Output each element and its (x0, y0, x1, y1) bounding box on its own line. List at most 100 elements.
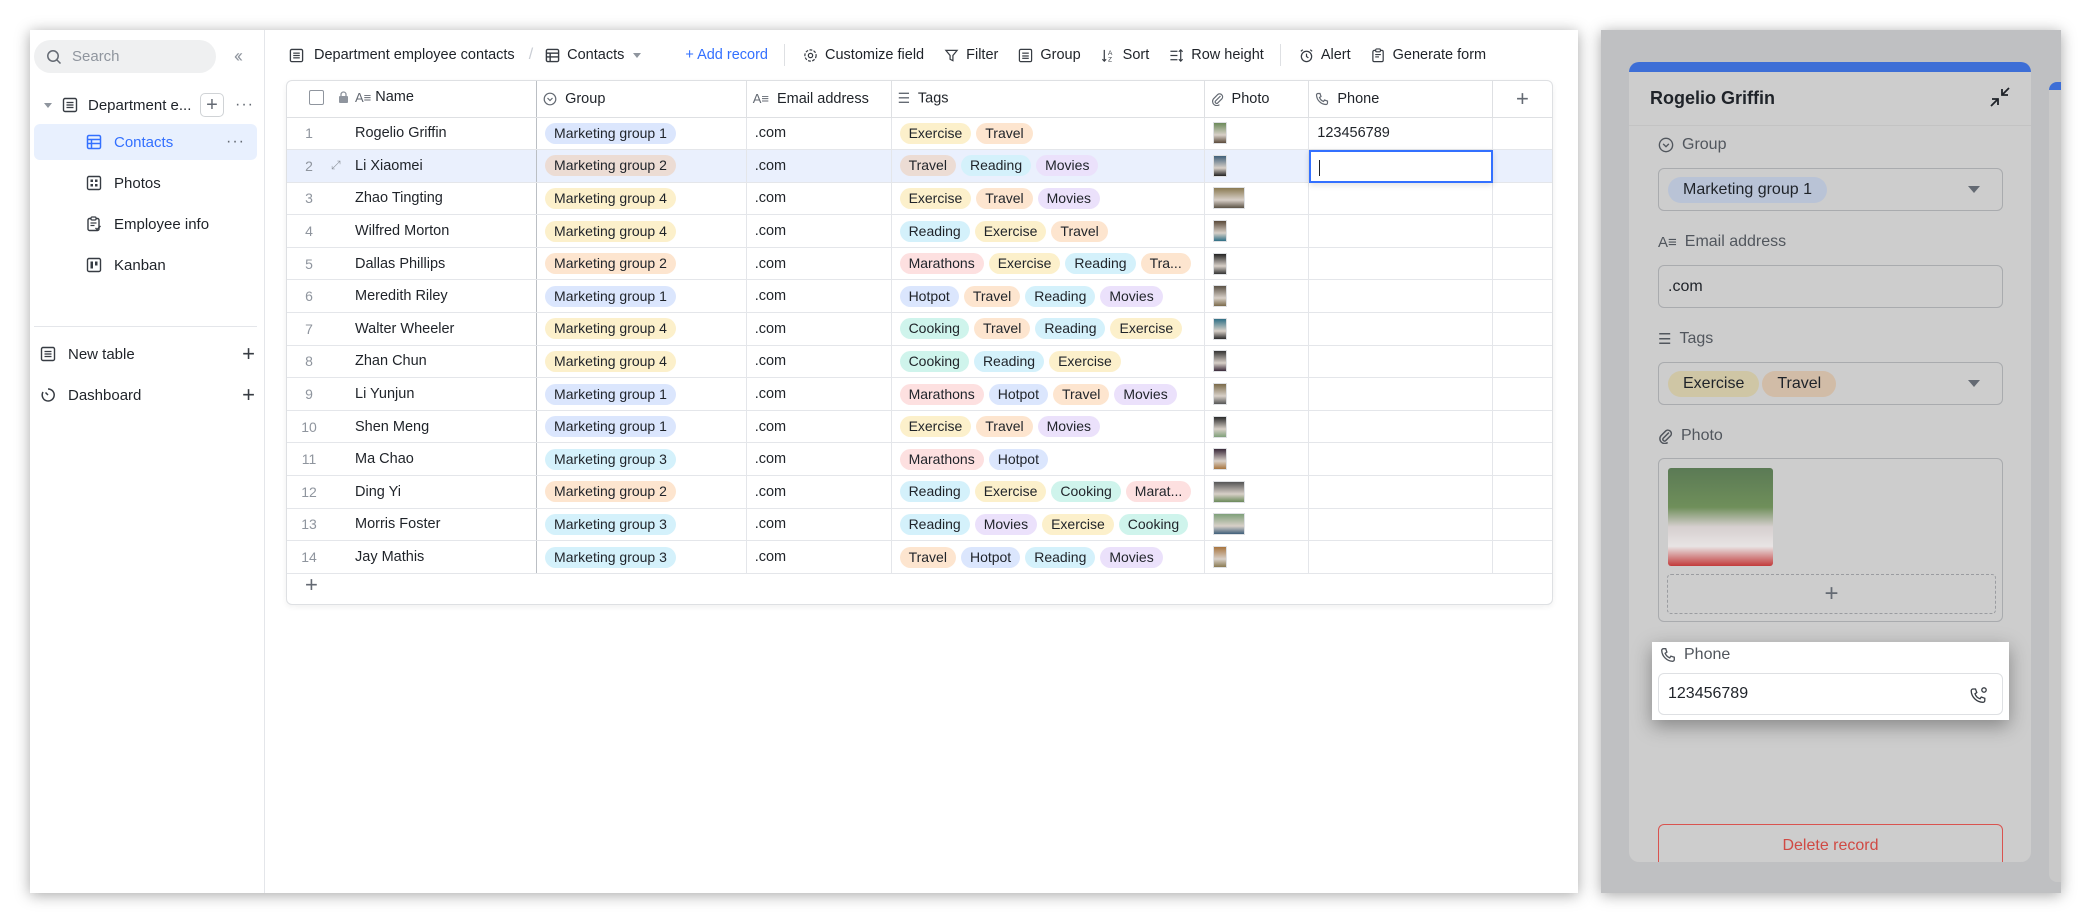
photo-thumbnail[interactable] (1212, 285, 1227, 308)
view-switcher[interactable]: Contacts (545, 47, 642, 63)
photo-thumbnail[interactable] (1212, 513, 1245, 536)
sidebar-item-new-table[interactable]: New table + (34, 337, 257, 371)
column-header-email[interactable]: A≡ Email address (746, 81, 892, 118)
phone-cell[interactable] (1308, 410, 1493, 444)
column-header-group[interactable]: Group (536, 81, 747, 118)
name-cell[interactable]: 4 Wilfred Morton (287, 214, 538, 248)
photo-cell[interactable] (1204, 442, 1310, 477)
column-header-photo[interactable]: Photo (1204, 81, 1310, 118)
tags-cell[interactable]: Reading Movies Exercise Cooking (891, 508, 1205, 542)
email-cell[interactable]: .com (746, 247, 892, 281)
photo-thumbnail[interactable] (1668, 468, 1773, 566)
tags-cell[interactable]: Reading Exercise Cooking Marat... (891, 475, 1205, 509)
phone-cell[interactable]: 123456789 (1308, 117, 1493, 151)
group-button[interactable]: Group (1018, 47, 1081, 63)
photo-thumbnail[interactable] (1212, 383, 1227, 406)
name-cell[interactable]: 8 Zhan Chun (287, 345, 538, 379)
name-cell[interactable]: 1 Rogelio Griffin (287, 117, 538, 151)
phone-cell[interactable] (1308, 377, 1493, 411)
phone-cell[interactable] (1308, 442, 1493, 477)
add-dashboard-icon[interactable]: + (242, 382, 255, 408)
email-input[interactable]: .com (1658, 265, 2003, 308)
tags-select[interactable]: Exercise Travel (1658, 362, 2003, 405)
tags-cell[interactable]: Travel Hotpot Reading Movies (891, 540, 1205, 574)
photo-thumbnail[interactable] (1212, 350, 1227, 373)
sort-button[interactable]: AZ Sort (1101, 47, 1149, 63)
add-attachment-button[interactable]: + (1667, 574, 1996, 614)
phone-cell[interactable] (1308, 312, 1493, 346)
more-icon[interactable]: ··· (235, 96, 254, 114)
tags-cell[interactable]: Cooking Reading Exercise (891, 345, 1205, 379)
sidebar-item-dashboard[interactable]: Dashboard + (34, 378, 257, 412)
group-cell[interactable]: Marketing group 2 (536, 247, 747, 281)
search-input[interactable]: Search (34, 40, 216, 73)
email-cell[interactable]: .com (746, 540, 892, 574)
table-row[interactable]: 10 Shen Meng Marketing group 1 .com Exercise… (287, 410, 1552, 444)
email-cell[interactable]: .com (746, 345, 892, 379)
group-cell[interactable]: Marketing group 1 (536, 410, 747, 444)
phone-cell[interactable] (1308, 508, 1493, 542)
generate-form-button[interactable]: Generate form (1371, 47, 1486, 63)
sidebar-item-photos[interactable]: Photos (34, 165, 257, 201)
group-cell[interactable]: Marketing group 4 (536, 312, 747, 346)
photo-thumbnail[interactable] (1212, 220, 1227, 243)
group-cell[interactable]: Marketing group 3 (536, 442, 747, 477)
expand-record-icon[interactable]: ⤢ (331, 158, 355, 173)
email-cell[interactable]: .com (746, 410, 892, 444)
group-cell[interactable]: Marketing group 3 (536, 508, 747, 542)
photo-cell[interactable] (1204, 377, 1310, 411)
group-cell[interactable]: Marketing group 1 (536, 279, 747, 314)
group-cell[interactable]: Marketing group 2 (536, 149, 747, 183)
name-cell[interactable]: 3 Zhao Tingting (287, 182, 538, 216)
phone-cell[interactable] (1308, 247, 1493, 281)
customize-field-button[interactable]: Customize field (803, 47, 924, 63)
email-cell[interactable]: .com (746, 214, 892, 248)
photo-cell[interactable] (1204, 149, 1310, 183)
name-cell[interactable]: 11 Ma Chao (287, 442, 538, 477)
photo-cell[interactable] (1204, 475, 1310, 509)
photo-thumbnail[interactable] (1212, 480, 1245, 503)
email-cell[interactable]: .com (746, 279, 892, 314)
filter-button[interactable]: Filter (944, 47, 998, 63)
table-row[interactable]: 5 Dallas Phillips Marketing group 2 .com Mar… (287, 247, 1552, 281)
add-row-button[interactable]: + (305, 572, 318, 598)
name-cell[interactable]: 7 Walter Wheeler (287, 312, 538, 346)
photo-thumbnail[interactable] (1212, 415, 1227, 438)
column-header-name[interactable]: A≡ Name (287, 81, 538, 118)
tags-cell[interactable]: Hotpot Travel Reading Movies (891, 279, 1205, 314)
sidebar-item-contacts[interactable]: Contacts ··· (34, 124, 257, 160)
table-row[interactable]: 4 Wilfred Morton Marketing group 4 .com Read… (287, 214, 1552, 248)
email-cell[interactable]: .com (746, 117, 892, 151)
name-cell[interactable]: 10 Shen Meng (287, 410, 538, 444)
email-cell[interactable]: .com (746, 377, 892, 411)
tags-cell[interactable]: Reading Exercise Travel (891, 214, 1205, 248)
phone-cell-editor[interactable] (1308, 149, 1494, 184)
table-row[interactable]: 8 Zhan Chun Marketing group 4 .com Cooking Re… (287, 345, 1552, 379)
tags-cell[interactable]: Cooking Travel Reading Exercise (891, 312, 1205, 346)
caret-down-icon[interactable] (44, 102, 52, 108)
add-record-button[interactable]: + Add record (685, 47, 768, 63)
photo-thumbnail[interactable] (1212, 546, 1227, 569)
call-icon[interactable] (1970, 686, 1988, 709)
name-cell[interactable]: 5 Dallas Phillips (287, 247, 538, 281)
tags-cell[interactable]: Marathons Hotpot Travel Movies (891, 377, 1205, 411)
photo-cell[interactable] (1204, 345, 1310, 379)
email-cell[interactable]: .com (746, 442, 892, 477)
table-row[interactable]: 3 Zhao Tingting Marketing group 4 .com Exerc… (287, 182, 1552, 216)
name-cell[interactable]: 12 Ding Yi (287, 475, 538, 509)
name-cell[interactable]: 2 ⤢ Li Xiaomei (287, 149, 538, 183)
photo-cell[interactable] (1204, 117, 1310, 151)
next-record-card-edge[interactable] (2049, 82, 2061, 882)
name-cell[interactable]: 9 Li Yunjun (287, 377, 538, 411)
email-cell[interactable]: .com (746, 182, 892, 216)
group-cell[interactable]: Marketing group 4 (536, 345, 747, 379)
tags-cell[interactable]: Travel Reading Movies (891, 149, 1205, 183)
name-cell[interactable]: 14 Jay Mathis (287, 540, 538, 574)
tags-cell[interactable]: Marathons Hotpot (891, 442, 1205, 477)
table-row[interactable]: 14 Jay Mathis Marketing group 3 .com Travel H… (287, 540, 1552, 574)
collapse-sidebar-icon[interactable]: ‹‹ (234, 46, 243, 67)
group-select[interactable]: Marketing group 1 (1658, 168, 2003, 211)
alert-button[interactable]: Alert (1299, 47, 1351, 63)
table-title[interactable]: Department employee contacts (289, 47, 515, 63)
add-view-button[interactable]: + (200, 93, 224, 117)
